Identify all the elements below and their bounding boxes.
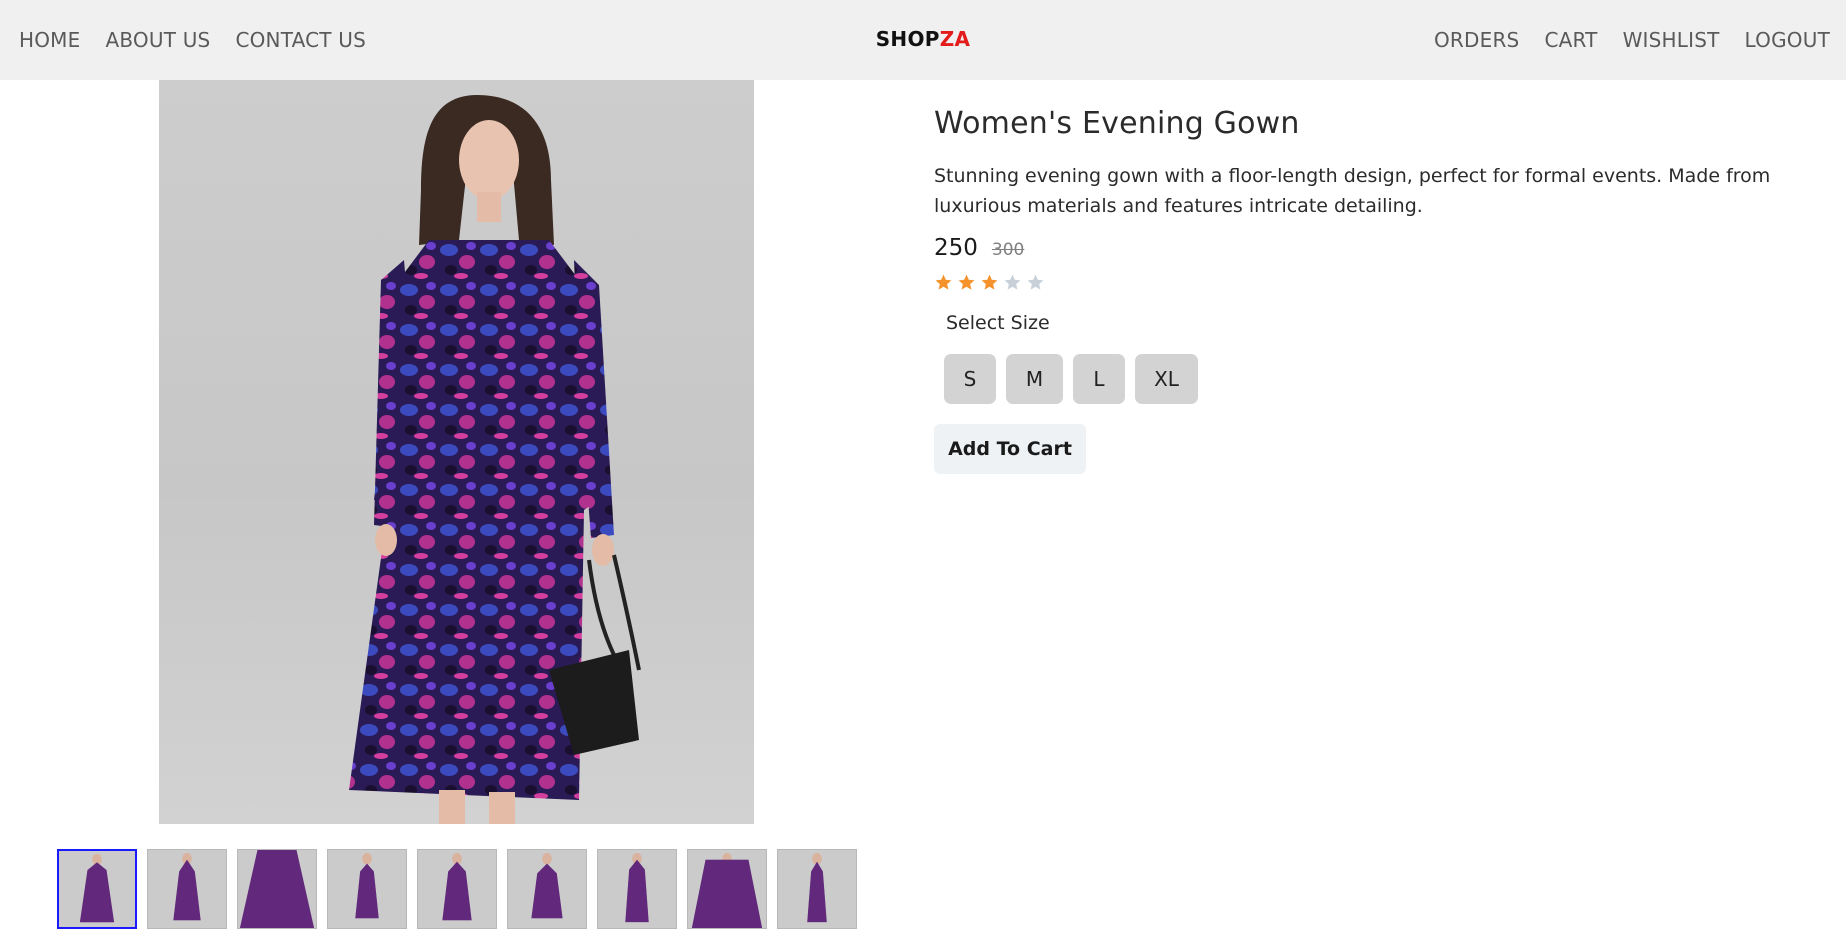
thumbnail-6[interactable] [507, 849, 587, 929]
top-navbar: HOME ABOUT US CONTACT US SHOPZA ORDERS C… [0, 0, 1846, 80]
size-options: S M L XL [944, 354, 1824, 404]
thumbnail-2[interactable] [147, 849, 227, 929]
thumbnail-image [688, 850, 766, 928]
product-main-image [159, 80, 754, 824]
thumbnail-image [418, 850, 496, 928]
size-l-button[interactable]: L [1073, 354, 1125, 404]
nav-logout-link[interactable]: LOGOUT [1745, 28, 1830, 52]
thumbnail-image [148, 850, 226, 928]
thumbnail-image [598, 850, 676, 928]
star-filled-icon [981, 274, 998, 290]
star-empty-icon [1027, 274, 1044, 290]
current-price: 250 [934, 235, 978, 261]
model-dress-photo [349, 95, 641, 824]
nav-contact-link[interactable]: CONTACT US [235, 28, 366, 52]
size-s-button[interactable]: S [944, 354, 996, 404]
brand-text-shop: SHOP [875, 27, 940, 51]
thumbnail-5[interactable] [417, 849, 497, 929]
size-xl-button[interactable]: XL [1135, 354, 1198, 404]
product-info: Women's Evening Gown Stunning evening go… [934, 106, 1824, 474]
add-to-cart-button[interactable]: Add To Cart [934, 424, 1086, 474]
nav-about-link[interactable]: ABOUT US [105, 28, 210, 52]
nav-cart-link[interactable]: CART [1544, 28, 1597, 52]
thumbnail-image [59, 851, 135, 927]
star-filled-icon [935, 274, 952, 290]
thumbnail-image [508, 850, 586, 928]
thumbnail-8[interactable] [687, 849, 767, 929]
original-price: 300 [991, 240, 1025, 260]
star-empty-icon [1004, 274, 1021, 290]
thumbnail-7[interactable] [597, 849, 677, 929]
star-filled-icon [958, 274, 975, 290]
thumbnail-4[interactable] [327, 849, 407, 929]
thumbnail-1[interactable] [57, 849, 137, 929]
nav-orders-link[interactable]: ORDERS [1434, 28, 1519, 52]
select-size-label: Select Size [946, 312, 1050, 334]
brand-text-za: ZA [939, 27, 971, 51]
thumbnail-9[interactable] [777, 849, 857, 929]
thumbnail-3[interactable] [237, 849, 317, 929]
nav-right-group: ORDERS CART WISHLIST LOGOUT [1409, 28, 1830, 52]
nav-wishlist-link[interactable]: WISHLIST [1623, 28, 1720, 52]
thumbnail-strip [57, 849, 867, 929]
brand-logo[interactable]: SHOPZA [876, 27, 971, 51]
product-description: Stunning evening gown with a floor-lengt… [934, 165, 1771, 217]
product-title: Women's Evening Gown [934, 106, 1300, 141]
thumbnail-image [778, 850, 856, 928]
size-m-button[interactable]: M [1006, 354, 1063, 404]
rating-stars [934, 273, 1824, 292]
nav-left-group: HOME ABOUT US CONTACT US [19, 28, 391, 52]
price-row: 250 300 [934, 235, 1824, 261]
thumbnail-image [328, 850, 406, 928]
thumbnail-image [238, 850, 316, 928]
nav-home-link[interactable]: HOME [19, 28, 80, 52]
